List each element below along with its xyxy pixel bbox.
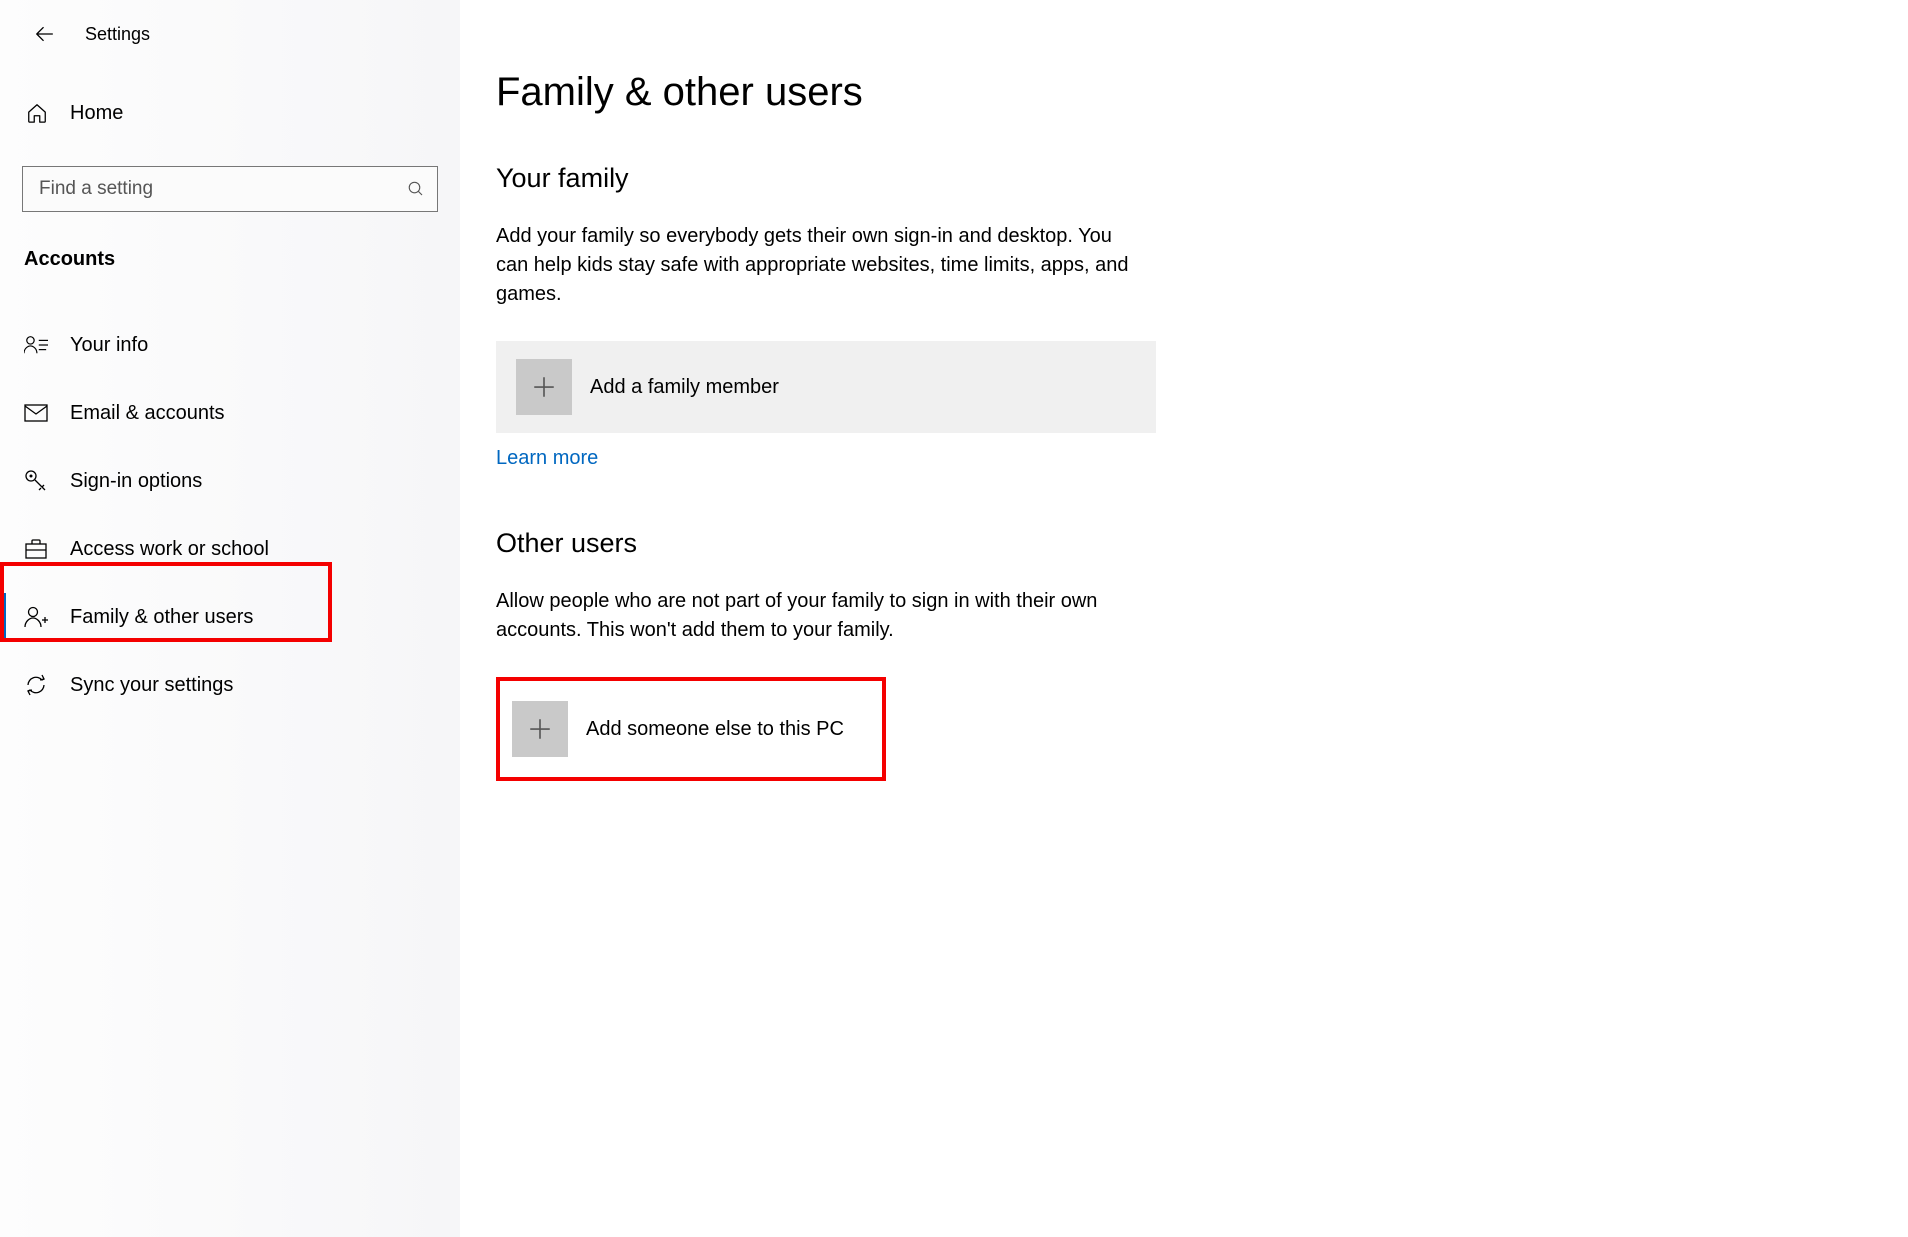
main-content: Family & other users Your family Add you…: [460, 0, 1610, 1237]
search-box[interactable]: [22, 166, 438, 212]
add-family-label: Add a family member: [590, 376, 779, 399]
home-icon: [26, 102, 48, 124]
home-nav[interactable]: Home: [0, 88, 460, 138]
search-input[interactable]: [39, 178, 407, 200]
settings-app: Settings Home Accounts Your info: [0, 0, 1908, 1237]
sidebar-item-sync-settings[interactable]: Sync your settings: [0, 651, 460, 719]
sidebar-item-access-work-school[interactable]: Access work or school: [0, 515, 460, 583]
sidebar-item-label: Sync your settings: [70, 674, 233, 697]
briefcase-icon: [24, 537, 48, 561]
sidebar-section-heading: Accounts: [0, 248, 460, 271]
add-other-user-button[interactable]: Add someone else to this PC: [502, 683, 880, 775]
home-label: Home: [70, 102, 123, 125]
arrow-left-icon: [34, 23, 56, 45]
your-family-heading: Your family: [496, 163, 1570, 194]
sidebar: Settings Home Accounts Your info: [0, 0, 460, 1237]
search-wrap: [22, 166, 438, 212]
your-info-icon: [24, 333, 48, 357]
add-other-label: Add someone else to this PC: [586, 718, 844, 741]
your-family-body: Add your family so everybody gets their …: [496, 222, 1136, 309]
plus-icon: [516, 359, 572, 415]
plus-icon: [512, 701, 568, 757]
sidebar-item-label: Email & accounts: [70, 402, 225, 425]
settings-title: Settings: [85, 24, 150, 45]
person-add-icon: [24, 605, 48, 629]
sidebar-item-label: Family & other users: [70, 606, 253, 629]
page-title: Family & other users: [496, 70, 1570, 115]
add-other-user-wrap: Add someone else to this PC: [496, 677, 886, 781]
sidebar-item-label: Sign-in options: [70, 470, 202, 493]
sidebar-item-email-accounts[interactable]: Email & accounts: [0, 379, 460, 447]
sidebar-item-label: Access work or school: [70, 538, 269, 561]
add-family-member-button[interactable]: Add a family member: [496, 341, 1156, 433]
key-icon: [24, 469, 48, 493]
learn-more-link[interactable]: Learn more: [496, 447, 598, 470]
sidebar-item-signin-options[interactable]: Sign-in options: [0, 447, 460, 515]
back-button[interactable]: [25, 14, 65, 54]
search-icon: [407, 180, 425, 198]
sidebar-header: Settings: [0, 10, 460, 58]
sidebar-item-label: Your info: [70, 334, 148, 357]
sync-icon: [24, 673, 48, 697]
email-icon: [24, 401, 48, 425]
sidebar-item-family-other-users[interactable]: Family & other users: [0, 583, 460, 651]
sidebar-item-your-info[interactable]: Your info: [0, 311, 460, 379]
other-users-heading: Other users: [496, 528, 1570, 559]
other-users-body: Allow people who are not part of your fa…: [496, 587, 1136, 645]
